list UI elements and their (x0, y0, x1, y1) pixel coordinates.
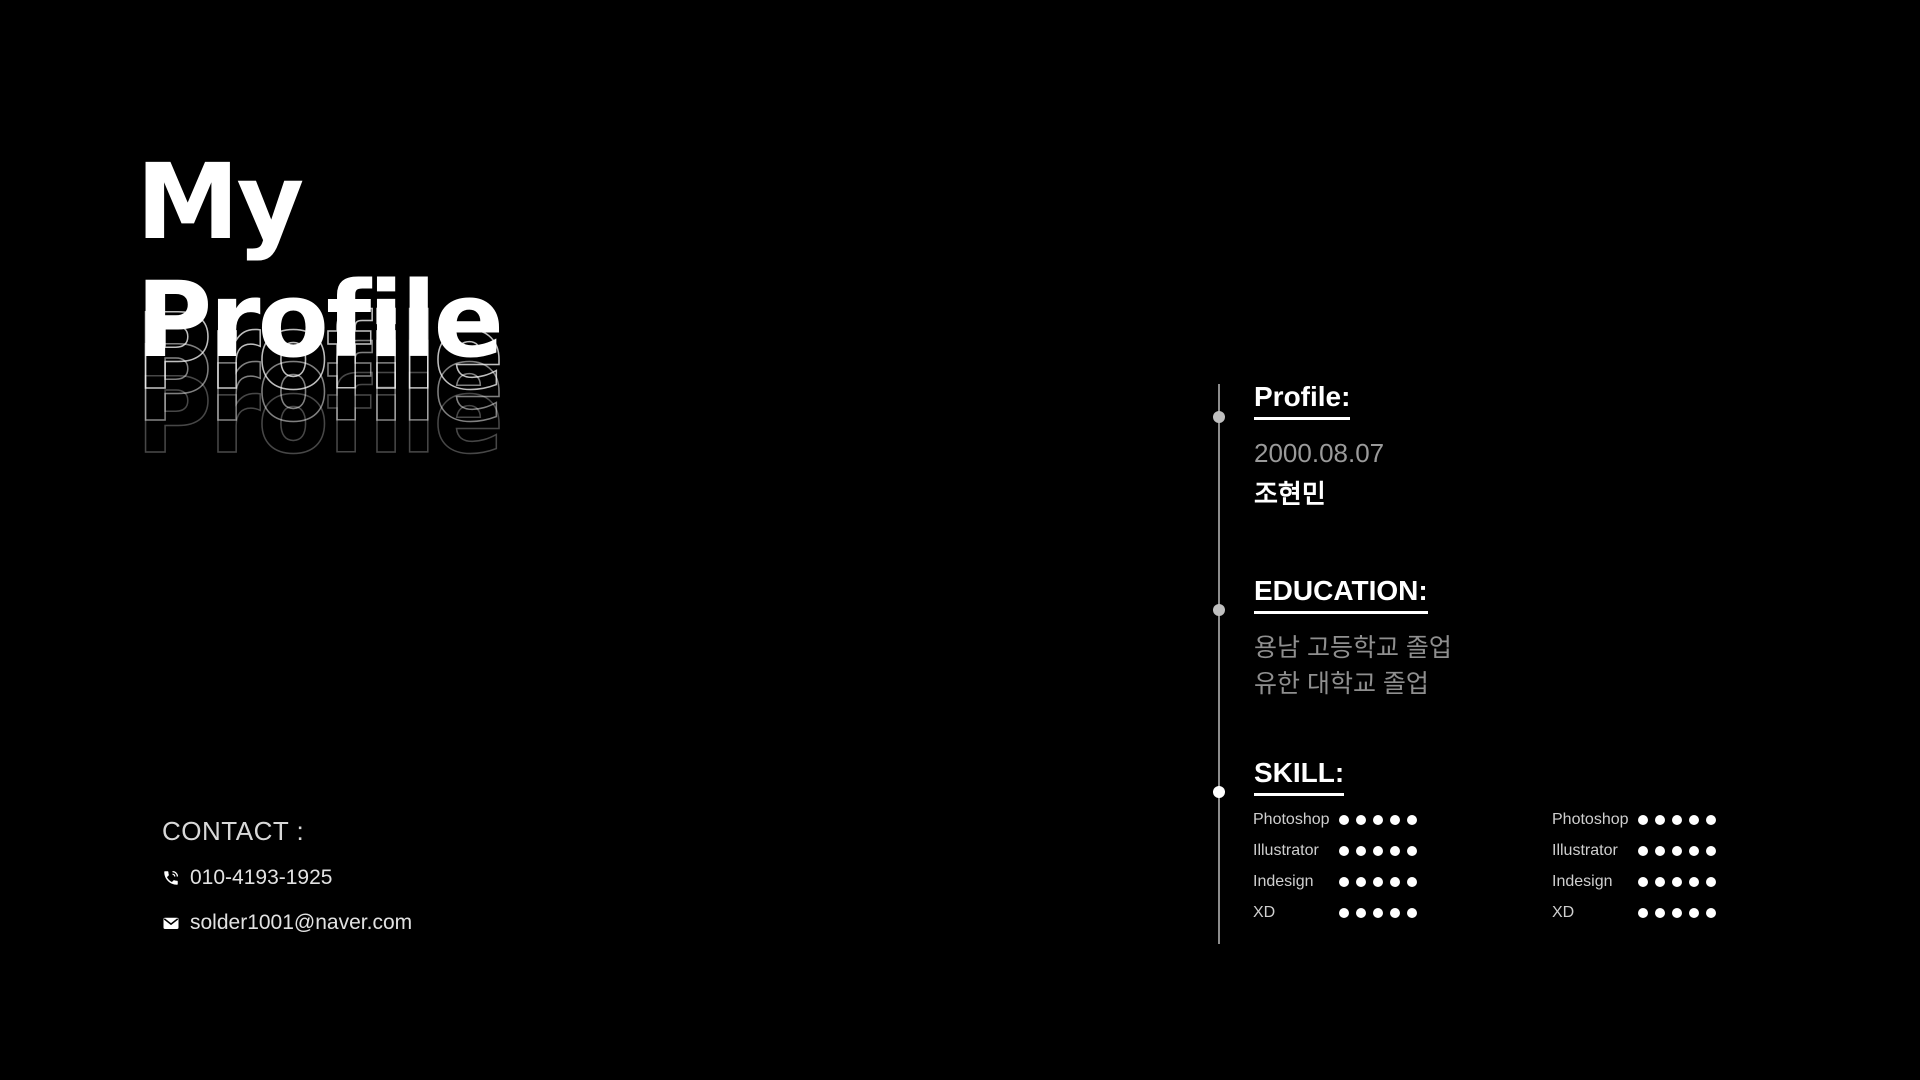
skill-level-dots (1339, 814, 1417, 825)
skill-level-dots (1339, 907, 1417, 918)
skill-dot (1356, 814, 1366, 825)
skill-dot (1390, 907, 1400, 918)
person-name: 조현민 (1254, 479, 1326, 509)
skill-level-dots (1339, 845, 1417, 856)
skill-dot (1706, 814, 1716, 825)
skill-dot (1672, 907, 1682, 918)
skill-name: Illustrator (1253, 841, 1319, 859)
skill-dot (1689, 907, 1699, 918)
skill-row: Photoshop (1253, 804, 1417, 835)
skill-dot (1407, 814, 1417, 825)
timeline-line (1218, 384, 1220, 944)
skill-dot (1638, 876, 1648, 887)
skill-dot (1356, 907, 1366, 918)
skill-row: Photoshop (1552, 804, 1716, 835)
birth-date: 2000.08.07 (1254, 438, 1385, 468)
skill-name: Indesign (1253, 872, 1314, 890)
skill-level-dots (1638, 814, 1716, 825)
skill-dot (1356, 845, 1366, 856)
skill-dot (1706, 907, 1716, 918)
skill-level-dots (1638, 845, 1716, 856)
profile-section: Profile: (1254, 381, 1351, 420)
skill-dot (1655, 876, 1665, 887)
skill-dot (1373, 845, 1383, 856)
skill-dot (1638, 814, 1648, 825)
skill-row: Indesign (1552, 866, 1716, 897)
skill-dot (1638, 845, 1648, 856)
phone-number: 010-4193-1925 (190, 866, 333, 889)
education-section: EDUCATION: (1254, 575, 1428, 614)
title-profile: Profile (136, 259, 504, 381)
skill-dot (1655, 845, 1665, 856)
skill-dot (1356, 876, 1366, 887)
title-my: My (136, 141, 304, 263)
education-list: 용남 고등학교 졸업 유한 대학교 졸업 (1254, 630, 1452, 702)
skill-dot (1407, 845, 1417, 856)
contact-phone[interactable]: 010-4193-1925 (162, 863, 412, 893)
email-address: solder1001@naver.com (190, 911, 413, 934)
skill-dot (1390, 845, 1400, 856)
skill-dot (1339, 814, 1349, 825)
skill-level-dots (1339, 876, 1417, 887)
skill-dot (1339, 876, 1349, 887)
skill-dot (1706, 845, 1716, 856)
skill-name: XD (1552, 903, 1575, 921)
skill-section: SKILL: (1254, 757, 1345, 796)
skill-row: Illustrator (1253, 835, 1417, 866)
skill-dot (1672, 845, 1682, 856)
skill-row: Illustrator (1552, 835, 1716, 866)
skill-dot (1689, 876, 1699, 887)
timeline-dot-skill (1213, 786, 1225, 798)
skill-dot (1339, 907, 1349, 918)
skill-row: Indesign (1253, 866, 1417, 897)
skill-dot (1689, 845, 1699, 856)
education-heading: EDUCATION: (1254, 575, 1428, 614)
education-item: 유한 대학교 졸업 (1254, 670, 1429, 698)
skill-dot (1407, 876, 1417, 887)
skill-dot (1373, 907, 1383, 918)
skill-name: Photoshop (1253, 810, 1330, 828)
phone-icon (162, 869, 180, 887)
skill-dot (1672, 876, 1682, 887)
skill-dot (1373, 876, 1383, 887)
skill-name: Illustrator (1552, 841, 1618, 859)
skill-dot (1390, 814, 1400, 825)
timeline-dot-profile (1213, 411, 1225, 423)
skill-row: XD (1552, 897, 1716, 928)
skill-level-dots (1638, 907, 1716, 918)
skill-column-2: Photoshop Illustrator Indesign XD (1552, 804, 1716, 928)
skill-dot (1689, 814, 1699, 825)
mail-icon (162, 914, 180, 932)
skill-name: Photoshop (1552, 810, 1629, 828)
contact-section: CONTACT : 010-4193-1925 solder1001@naver… (162, 816, 412, 953)
timeline-dot-education (1213, 604, 1225, 616)
skill-dot (1655, 907, 1665, 918)
skill-heading: SKILL: (1254, 757, 1345, 796)
skill-row: XD (1253, 897, 1417, 928)
skill-column-1: Photoshop Illustrator Indesign XD (1253, 804, 1417, 928)
education-item: 용남 고등학교 졸업 (1254, 634, 1452, 662)
contact-email[interactable]: solder1001@naver.com (162, 908, 412, 938)
skill-level-dots (1638, 876, 1716, 887)
profile-heading: Profile: (1254, 381, 1351, 420)
skill-dot (1638, 907, 1648, 918)
skill-dot (1706, 876, 1716, 887)
skill-dot (1373, 814, 1383, 825)
skill-dot (1390, 876, 1400, 887)
skill-dot (1407, 907, 1417, 918)
skill-name: Indesign (1552, 872, 1613, 890)
skill-dot (1655, 814, 1665, 825)
contact-heading: CONTACT : (162, 816, 305, 846)
skill-dot (1672, 814, 1682, 825)
skill-name: XD (1253, 903, 1276, 921)
skill-dot (1339, 845, 1349, 856)
